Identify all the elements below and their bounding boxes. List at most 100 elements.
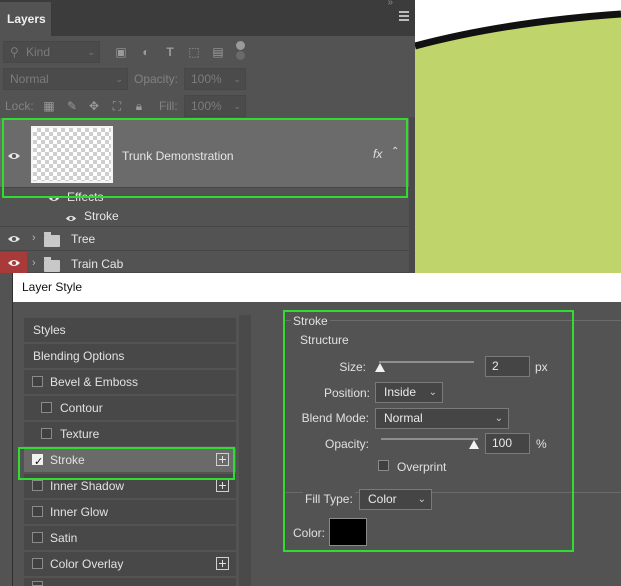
texture-checkbox[interactable]: [41, 428, 52, 439]
expand-group-icon[interactable]: ›: [32, 257, 36, 269]
size-label: Size:: [339, 360, 366, 374]
effects-label: Effects: [67, 190, 104, 204]
lock-label: Lock:: [5, 99, 34, 113]
size-slider[interactable]: [379, 361, 474, 363]
fill-label: Fill:: [159, 99, 178, 113]
contour-item[interactable]: Contour: [24, 396, 236, 420]
effects-visibility-eye-icon[interactable]: [48, 192, 60, 206]
layer-style-dialog: Layer Style Styles Blending Options Beve…: [12, 273, 621, 586]
overprint-label[interactable]: Overprint: [397, 460, 446, 474]
add-inner-shadow-icon[interactable]: [216, 479, 229, 492]
effects-row[interactable]: Effects: [0, 188, 409, 207]
size-slider-thumb[interactable]: [375, 363, 385, 372]
visibility-eye-icon[interactable]: [7, 151, 21, 161]
next-style-checkbox[interactable]: [32, 581, 43, 586]
dialog-title[interactable]: Layer Style: [13, 273, 621, 302]
chevron-down-icon: ⌄: [87, 47, 95, 57]
chevron-down-icon: ⌄: [494, 413, 503, 424]
filter-kind-select[interactable]: ⚲ Kind ⌄: [3, 41, 100, 63]
layer-row-trunk-demonstration[interactable]: Trunk Demonstration fx ⌃: [0, 118, 409, 188]
lock-transparent-pixels-icon[interactable]: ▦: [43, 100, 55, 112]
filter-toggle[interactable]: [236, 41, 246, 60]
blending-options-item[interactable]: Blending Options: [24, 344, 236, 368]
chevron-down-icon: ⌄: [115, 74, 123, 84]
texture-item[interactable]: Texture: [24, 422, 236, 446]
add-stroke-icon[interactable]: [216, 453, 229, 466]
layers-panel: Layers » ⚲ Kind ⌄ ▣ ◐ T ⬚ ▤ Normal ⌄ Opa…: [0, 0, 415, 273]
size-unit: px: [535, 360, 548, 374]
inner-shadow-checkbox[interactable]: [32, 480, 43, 491]
lock-position-icon[interactable]: ✥: [88, 100, 100, 112]
fill-type-select[interactable]: Color ⌄: [359, 489, 432, 510]
satin-checkbox[interactable]: [32, 532, 43, 543]
document-canvas[interactable]: [415, 0, 621, 273]
satin-item[interactable]: Satin: [24, 526, 236, 550]
lock-artboard-icon[interactable]: ⛶: [111, 100, 123, 112]
filter-adjustment-icon[interactable]: ◐: [140, 46, 152, 58]
layer-row-tree[interactable]: › Tree: [0, 227, 409, 251]
contour-checkbox[interactable]: [41, 402, 52, 413]
inner-glow-item[interactable]: Inner Glow: [24, 500, 236, 524]
layers-tab-bar: Layers »: [0, 0, 415, 36]
overprint-checkbox[interactable]: [378, 460, 389, 471]
fx-icon[interactable]: fx: [373, 147, 382, 161]
filter-shape-icon[interactable]: ⬚: [188, 46, 200, 58]
position-label: Position:: [323, 386, 370, 400]
stroke-group-title: Stroke: [291, 314, 330, 328]
opacity-input[interactable]: 100: [485, 433, 530, 454]
bevel-emboss-item[interactable]: Bevel & Emboss: [24, 370, 236, 394]
blend-mode-select[interactable]: Normal ⌄: [3, 68, 128, 90]
stroke-checkbox[interactable]: [32, 450, 43, 474]
layer-name[interactable]: Train Cab: [71, 257, 123, 271]
filter-pixel-icon[interactable]: ▣: [115, 46, 127, 58]
stroke-effect-label: Stroke: [84, 209, 119, 223]
opacity-unit: %: [536, 437, 547, 451]
panel-menu-icon[interactable]: [399, 11, 409, 21]
color-overlay-checkbox[interactable]: [32, 558, 43, 569]
position-select[interactable]: Inside ⌄: [375, 382, 443, 403]
size-input[interactable]: 2: [485, 356, 530, 377]
chevron-down-icon: ⌄: [233, 101, 241, 111]
styles-header[interactable]: Styles: [24, 318, 236, 342]
fill-type-label: Fill Type:: [303, 492, 355, 506]
layer-name[interactable]: Trunk Demonstration: [122, 149, 234, 163]
opacity-slider-thumb[interactable]: [469, 440, 479, 449]
visibility-eye-icon[interactable]: [0, 252, 27, 273]
bevel-emboss-checkbox[interactable]: [32, 376, 43, 387]
tab-layers[interactable]: Layers: [0, 2, 51, 36]
opacity-slider[interactable]: [381, 438, 478, 440]
styles-scrollbar[interactable]: [239, 315, 251, 586]
stroke-color-swatch[interactable]: [329, 518, 367, 546]
stroke-effect-visibility-eye-icon[interactable]: [65, 212, 77, 226]
blend-mode-label: Blend Mode:: [301, 411, 369, 425]
inner-glow-checkbox[interactable]: [32, 506, 43, 517]
layer-name[interactable]: Tree: [71, 232, 95, 246]
layer-thumbnail[interactable]: [31, 126, 113, 183]
expand-group-icon[interactable]: ›: [32, 232, 36, 244]
layer-row-train-cab[interactable]: › Train Cab: [0, 252, 409, 273]
opacity-input[interactable]: 100% ⌄: [184, 68, 246, 90]
fill-input[interactable]: 100% ⌄: [184, 95, 246, 117]
chevron-down-icon: ⌄: [233, 74, 241, 84]
structure-title: Structure: [300, 333, 349, 347]
chevron-down-icon: ⌄: [428, 387, 437, 398]
stroke-item[interactable]: Stroke: [24, 448, 236, 474]
opacity-label: Opacity:: [324, 437, 369, 451]
lock-image-pixels-icon[interactable]: ✎: [66, 100, 78, 112]
folder-icon: [44, 257, 60, 272]
collapse-effects-icon[interactable]: ⌃: [391, 146, 399, 157]
collapse-icon[interactable]: »: [387, 0, 393, 8]
chevron-down-icon: ⌄: [417, 494, 426, 505]
stroke-effect-row[interactable]: Stroke: [0, 207, 409, 227]
color-overlay-item[interactable]: Color Overlay: [24, 552, 236, 576]
add-color-overlay-icon[interactable]: [216, 557, 229, 570]
blend-mode-select[interactable]: Normal ⌄: [375, 408, 509, 429]
next-style-item[interactable]: [24, 578, 236, 586]
inner-shadow-item[interactable]: Inner Shadow: [24, 474, 236, 498]
lock-all-icon[interactable]: 🔒︎: [133, 100, 145, 112]
color-label: Color:: [293, 526, 326, 540]
visibility-eye-icon[interactable]: [7, 234, 21, 244]
filter-type-icon[interactable]: T: [164, 46, 176, 58]
folder-icon: [44, 232, 60, 247]
filter-smart-object-icon[interactable]: ▤: [212, 46, 224, 58]
